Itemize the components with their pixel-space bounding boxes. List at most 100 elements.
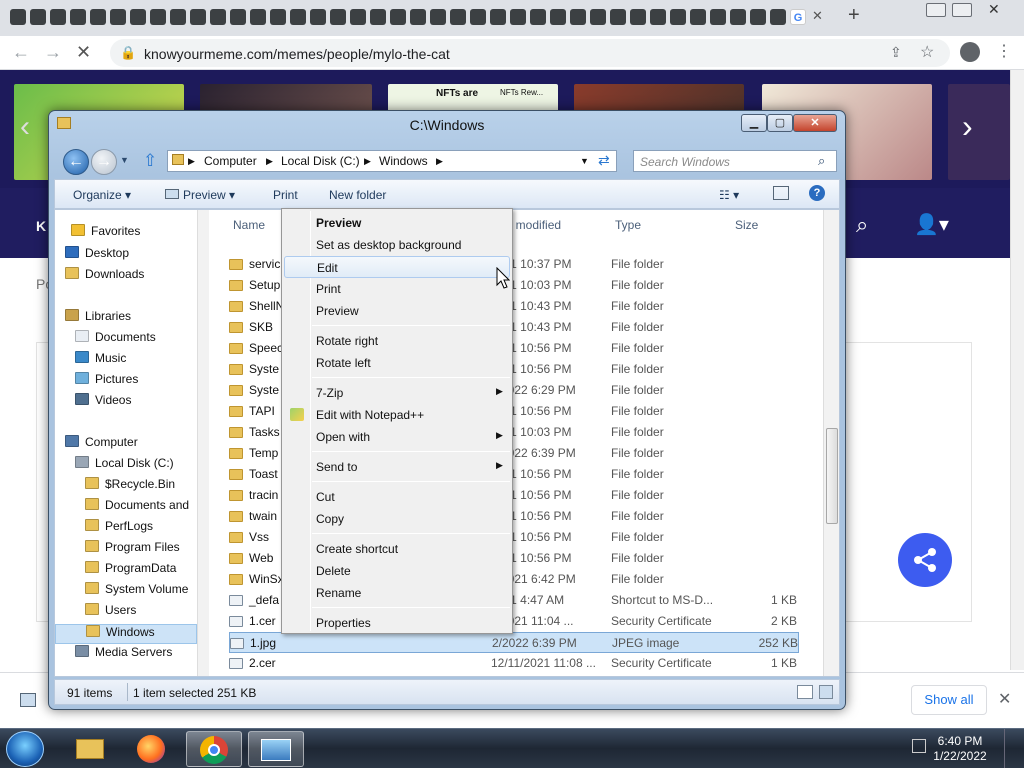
gallery-prev-arrow-icon[interactable]: ‹ <box>20 110 30 144</box>
minimize-icon[interactable] <box>926 3 946 17</box>
print-button[interactable]: Print <box>273 188 298 202</box>
network-tray-icon[interactable] <box>912 739 926 753</box>
share-button[interactable] <box>898 533 952 587</box>
menu-item[interactable]: Set as desktop background <box>284 234 510 256</box>
column-header-size[interactable]: Size <box>735 218 758 232</box>
pinned-tab-icon[interactable] <box>430 9 446 25</box>
pinned-tab-icon[interactable] <box>250 9 266 25</box>
forward-button[interactable]: → <box>91 149 117 175</box>
pinned-tab-icon[interactable] <box>550 9 566 25</box>
menu-item[interactable]: Open with ▶ <box>284 426 510 448</box>
pinned-tab-icon[interactable] <box>230 9 246 25</box>
pinned-tab-icon[interactable] <box>710 9 726 25</box>
nav-item[interactable]: Desktop <box>65 246 129 266</box>
pinned-tab-icon[interactable] <box>10 9 26 25</box>
gallery-next-arrow-icon[interactable]: › <box>962 108 973 145</box>
pinned-tab-icon[interactable] <box>630 9 646 25</box>
column-header-name[interactable]: Name <box>233 218 265 232</box>
menu-item[interactable]: Rotate right <box>284 330 510 352</box>
menu-item[interactable]: 7-Zip ▶ <box>284 382 510 404</box>
file-row[interactable]: 2.cer 12/11/2021 11:08 ... Security Certif… <box>229 653 799 674</box>
nav-item[interactable]: Documents and <box>85 498 189 518</box>
pinned-tab-icon[interactable] <box>590 9 606 25</box>
pinned-tab-icon[interactable] <box>90 9 106 25</box>
pinned-tab-icon[interactable] <box>610 9 626 25</box>
pinned-tab-icon[interactable] <box>690 9 706 25</box>
column-header-type[interactable]: Type <box>615 218 641 232</box>
nav-item[interactable]: Windows <box>55 624 197 644</box>
pinned-tab-icon[interactable] <box>490 9 506 25</box>
up-arrow-icon[interactable]: ⇧ <box>143 151 157 171</box>
pinned-tab-icon[interactable] <box>750 9 766 25</box>
chrome-menu-icon[interactable]: ⋮ <box>996 41 1012 61</box>
menu-item[interactable]: Edit with Notepad++ <box>284 404 510 426</box>
pinned-tab-icon[interactable] <box>50 9 66 25</box>
breadcrumb-local-disk[interactable]: Local Disk (C:) <box>281 154 360 168</box>
pinned-tab-icon[interactable] <box>650 9 666 25</box>
pinned-tab-icon[interactable] <box>290 9 306 25</box>
share-page-icon[interactable]: ⇪ <box>890 44 902 61</box>
search-input[interactable]: Search Windows ⌕ <box>633 150 837 172</box>
forward-arrow-icon[interactable]: → <box>44 42 62 63</box>
pinned-tab-icon[interactable] <box>730 9 746 25</box>
gallery-thumb[interactable] <box>948 84 1010 180</box>
back-arrow-icon[interactable]: ← <box>12 42 30 63</box>
pinned-tab-icon[interactable] <box>150 9 166 25</box>
preview-pane-icon[interactable] <box>773 186 789 200</box>
maximize-icon[interactable] <box>952 3 972 17</box>
close-download-bar-icon[interactable]: ✕ <box>998 689 1011 709</box>
show-all-button[interactable]: Show all <box>911 685 987 715</box>
nav-item[interactable]: Documents <box>75 330 156 350</box>
pinned-tab-icon[interactable] <box>570 9 586 25</box>
file-row[interactable]: 2.jpg12/11/2021 11:43 ...JPEG image164 K… <box>229 674 799 676</box>
address-bar[interactable]: 🔒 knowyourmeme.com/memes/people/mylo-the… <box>110 39 950 67</box>
pinned-tab-icon[interactable] <box>310 9 326 25</box>
nav-item[interactable]: ProgramData <box>85 561 176 581</box>
nav-item[interactable]: Downloads <box>65 267 144 287</box>
file-list-scrollbar[interactable] <box>823 210 839 676</box>
menu-item[interactable]: Preview <box>284 212 510 234</box>
minimize-button[interactable]: ▁ <box>741 114 767 132</box>
nav-item[interactable]: Pictures <box>75 372 138 392</box>
menu-item[interactable]: Delete <box>284 560 510 582</box>
new-tab-button[interactable]: + <box>848 4 860 27</box>
nav-item[interactable]: Users <box>85 603 136 623</box>
details-view-icon[interactable] <box>797 685 813 699</box>
nav-item[interactable]: Media Servers <box>75 645 172 665</box>
large-icons-view-icon[interactable] <box>819 685 833 699</box>
taskbar-chrome-button[interactable] <box>186 731 242 767</box>
pinned-tab-icon[interactable] <box>530 9 546 25</box>
user-menu-icon[interactable]: 👤▾ <box>914 212 949 237</box>
recent-pages-chevron-icon[interactable]: ▼ <box>120 155 129 165</box>
help-icon[interactable]: ? <box>809 185 825 201</box>
breadcrumb-computer[interactable]: Computer <box>204 154 257 168</box>
bookmark-star-icon[interactable]: ☆ <box>920 42 934 62</box>
pinned-tab-icon[interactable] <box>170 9 186 25</box>
scrollbar-thumb[interactable] <box>826 428 838 524</box>
pinned-tab-icon[interactable] <box>370 9 386 25</box>
pinned-tab-icon[interactable] <box>70 9 86 25</box>
pinned-tab-icon[interactable] <box>190 9 206 25</box>
new-folder-button[interactable]: New folder <box>329 188 386 202</box>
menu-item[interactable]: Cut <box>284 486 510 508</box>
nav-item[interactable]: $Recycle.Bin <box>85 477 175 497</box>
nav-item[interactable]: PerfLogs <box>85 519 153 539</box>
stop-loading-icon[interactable]: ✕ <box>76 42 91 63</box>
start-button[interactable] <box>6 731 44 767</box>
search-icon[interactable]: ⌕ <box>818 153 825 169</box>
tab-close-icon[interactable]: ✕ <box>812 8 823 24</box>
pinned-tab-icon[interactable] <box>770 9 786 25</box>
menu-item[interactable]: Send to ▶ <box>284 456 510 478</box>
nav-item[interactable]: Videos <box>75 393 131 413</box>
back-button[interactable]: ← <box>63 149 89 175</box>
organize-menu[interactable]: Organize ▾ <box>73 188 131 202</box>
breadcrumb[interactable]: ▶ Computer ▶ Local Disk (C:) ▶ Windows ▶… <box>167 150 617 172</box>
nav-item[interactable]: Program Files <box>85 540 180 560</box>
pinned-tab-icon[interactable] <box>130 9 146 25</box>
site-logo-initial[interactable]: K <box>36 218 46 234</box>
taskbar-photo-viewer-button[interactable] <box>248 731 304 767</box>
pinned-tab-icon[interactable] <box>670 9 686 25</box>
change-view-icon[interactable]: ☷ ▾ <box>719 188 739 202</box>
nav-item[interactable]: Favorites <box>71 224 140 244</box>
menu-item[interactable]: Print <box>284 278 510 300</box>
